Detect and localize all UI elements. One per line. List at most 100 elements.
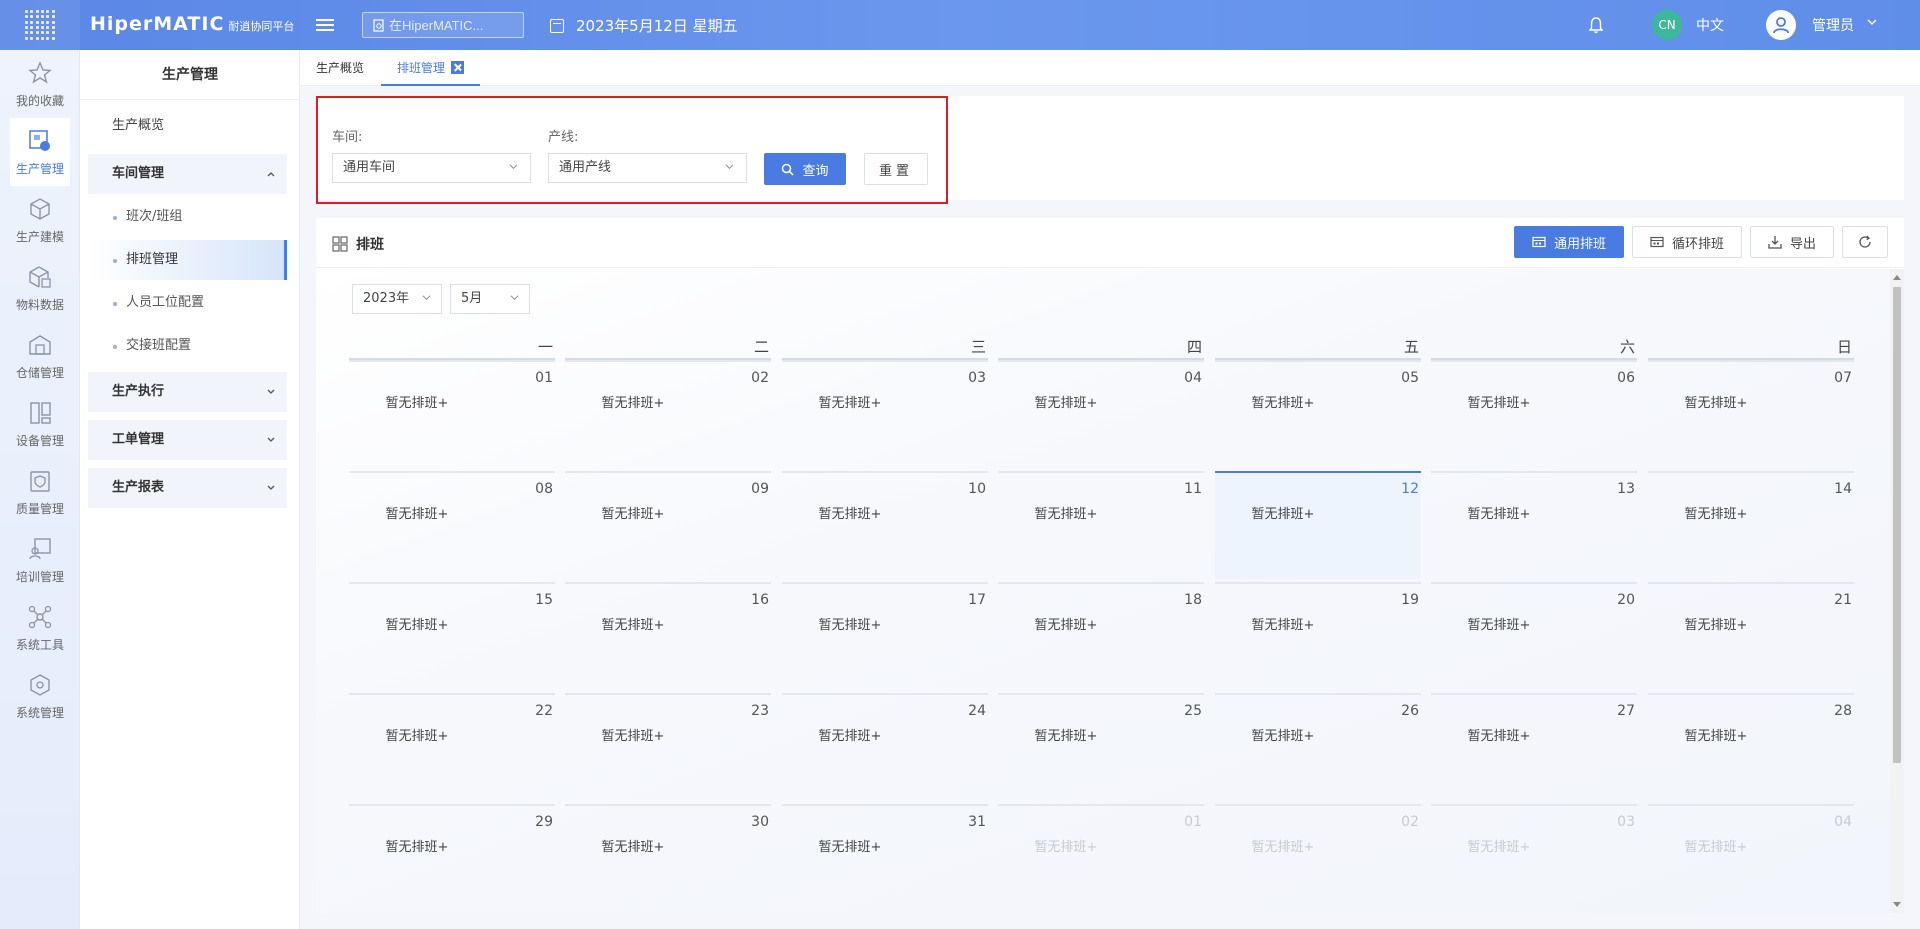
calendar-day-cell[interactable]: 11 暂无排班+ <box>998 471 1204 579</box>
calendar-day-cell[interactable]: 03 暂无排班+ <box>782 360 988 468</box>
calendar-day-cell[interactable]: 29 暂无排班+ <box>349 804 555 912</box>
add-schedule-link[interactable]: 暂无排班+ <box>349 836 555 855</box>
avatar[interactable] <box>1766 10 1796 40</box>
calendar-day-cell[interactable]: 16 暂无排班+ <box>565 582 771 690</box>
add-schedule-link[interactable]: 暂无排班+ <box>349 614 555 633</box>
calendar-day-cell[interactable]: 08 暂无排班+ <box>349 471 555 579</box>
language-label[interactable]: 中文 <box>1696 15 1724 35</box>
chevron-down-icon[interactable] <box>1867 17 1877 27</box>
calendar-day-cell[interactable]: 28 暂无排班+ <box>1648 693 1854 801</box>
calendar-day-cell[interactable]: 21 暂无排班+ <box>1648 582 1854 690</box>
rail-item-training[interactable]: 培训管理 <box>0 526 80 594</box>
calendar-day-cell[interactable]: 01 暂无排班+ <box>349 360 555 468</box>
scroll-thumb[interactable] <box>1893 287 1901 763</box>
add-schedule-link[interactable]: 暂无排班+ <box>998 836 1204 855</box>
calendar-day-cell[interactable]: 01 暂无排班+ <box>998 804 1204 912</box>
calendar-day-cell[interactable]: 03 暂无排班+ <box>1431 804 1637 912</box>
menu-toggle-icon[interactable] <box>316 16 334 34</box>
add-schedule-link[interactable]: 暂无排班+ <box>1215 614 1421 633</box>
add-schedule-link[interactable]: 暂无排班+ <box>349 392 555 411</box>
rail-item-warehouse[interactable]: 仓储管理 <box>0 322 80 390</box>
add-schedule-link[interactable]: 暂无排班+ <box>1648 503 1854 522</box>
calendar-day-cell[interactable]: 12 暂无排班+ <box>1215 471 1421 579</box>
add-schedule-link[interactable]: 暂无排班+ <box>565 836 771 855</box>
calendar-day-cell[interactable]: 04 暂无排班+ <box>998 360 1204 468</box>
line-select[interactable]: 通用产线 <box>548 153 747 183</box>
calendar-day-cell[interactable]: 06 暂无排班+ <box>1431 360 1637 468</box>
add-schedule-link[interactable]: 暂无排班+ <box>565 503 771 522</box>
rail-item-quality[interactable]: 质量管理 <box>0 458 80 526</box>
rail-item-modeling[interactable]: 生产建模 <box>0 186 80 254</box>
tab-overview[interactable]: 生产概览 <box>300 50 380 86</box>
subnav-group-workshop[interactable]: 车间管理 <box>88 154 287 194</box>
month-select[interactable]: 5月 <box>450 284 530 314</box>
calendar-day-cell[interactable]: 27 暂无排班+ <box>1431 693 1637 801</box>
subnav-item-handover[interactable]: 交接班配置 <box>88 326 287 366</box>
add-schedule-link[interactable]: 暂无排班+ <box>1431 725 1637 744</box>
add-schedule-link[interactable]: 暂无排班+ <box>782 614 988 633</box>
refresh-button[interactable] <box>1842 226 1888 258</box>
subnav-item-scheduling[interactable]: 排班管理 <box>88 240 287 280</box>
general-schedule-button[interactable]: 通用排班 <box>1514 226 1624 258</box>
add-schedule-link[interactable]: 暂无排班+ <box>1431 503 1637 522</box>
calendar-day-cell[interactable]: 31 暂无排班+ <box>782 804 988 912</box>
workshop-select[interactable]: 通用车间 <box>332 153 531 183</box>
reset-button[interactable]: 重置 <box>864 153 928 185</box>
subnav-item-staff-station[interactable]: 人员工位配置 <box>88 283 287 323</box>
add-schedule-link[interactable]: 暂无排班+ <box>565 725 771 744</box>
calendar-day-cell[interactable]: 19 暂无排班+ <box>1215 582 1421 690</box>
add-schedule-link[interactable]: 暂无排班+ <box>349 503 555 522</box>
rail-item-tools[interactable]: 系统工具 <box>0 594 80 662</box>
scroll-down-icon[interactable] <box>1893 902 1901 907</box>
subnav-item-shift[interactable]: 班次/班组 <box>88 197 287 237</box>
add-schedule-link[interactable]: 暂无排班+ <box>998 614 1204 633</box>
close-icon[interactable] <box>451 61 465 74</box>
add-schedule-link[interactable]: 暂无排班+ <box>565 614 771 633</box>
app-grid-button[interactable] <box>0 0 80 50</box>
calendar-day-cell[interactable]: 24 暂无排班+ <box>782 693 988 801</box>
calendar-day-cell[interactable]: 04 暂无排班+ <box>1648 804 1854 912</box>
add-schedule-link[interactable]: 暂无排班+ <box>1648 725 1854 744</box>
bell-icon[interactable] <box>1588 16 1604 34</box>
calendar-day-cell[interactable]: 30 暂无排班+ <box>565 804 771 912</box>
add-schedule-link[interactable]: 暂无排班+ <box>782 392 988 411</box>
scroll-up-icon[interactable] <box>1893 275 1901 280</box>
add-schedule-link[interactable]: 暂无排班+ <box>998 503 1204 522</box>
add-schedule-link[interactable]: 暂无排班+ <box>1431 836 1637 855</box>
language-badge[interactable]: CN <box>1652 10 1682 40</box>
add-schedule-link[interactable]: 暂无排班+ <box>1431 392 1637 411</box>
calendar-day-cell[interactable]: 18 暂无排班+ <box>998 582 1204 690</box>
calendar-day-cell[interactable]: 09 暂无排班+ <box>565 471 771 579</box>
calendar-day-cell[interactable]: 14 暂无排班+ <box>1648 471 1854 579</box>
export-button[interactable]: 导出 <box>1750 226 1834 258</box>
add-schedule-link[interactable]: 暂无排班+ <box>1215 836 1421 855</box>
subnav-group-execution[interactable]: 生产执行 <box>88 372 287 412</box>
calendar-day-cell[interactable]: 22 暂无排班+ <box>349 693 555 801</box>
add-schedule-link[interactable]: 暂无排班+ <box>1215 392 1421 411</box>
add-schedule-link[interactable]: 暂无排班+ <box>349 725 555 744</box>
rail-item-favorites[interactable]: 我的收藏 <box>0 50 80 118</box>
subnav-group-report[interactable]: 生产报表 <box>88 468 287 508</box>
calendar-day-cell[interactable]: 07 暂无排班+ <box>1648 360 1854 468</box>
subnav-group-workorder[interactable]: 工单管理 <box>88 420 287 460</box>
rail-item-system[interactable]: 系统管理 <box>0 662 80 730</box>
rail-item-device[interactable]: 设备管理 <box>0 390 80 458</box>
user-name[interactable]: 管理员 <box>1812 15 1854 35</box>
add-schedule-link[interactable]: 暂无排班+ <box>565 392 771 411</box>
rail-item-production[interactable]: 生产管理 <box>10 118 70 186</box>
calendar-day-cell[interactable]: 05 暂无排班+ <box>1215 360 1421 468</box>
calendar-day-cell[interactable]: 17 暂无排班+ <box>782 582 988 690</box>
add-schedule-link[interactable]: 暂无排班+ <box>1648 614 1854 633</box>
calendar-day-cell[interactable]: 02 暂无排班+ <box>1215 804 1421 912</box>
search-input[interactable] <box>389 17 509 33</box>
calendar-day-cell[interactable]: 15 暂无排班+ <box>349 582 555 690</box>
cycle-schedule-button[interactable]: 循环排班 <box>1632 226 1742 258</box>
add-schedule-link[interactable]: 暂无排班+ <box>1215 725 1421 744</box>
calendar-day-cell[interactable]: 02 暂无排班+ <box>565 360 771 468</box>
calendar-day-cell[interactable]: 20 暂无排班+ <box>1431 582 1637 690</box>
add-schedule-link[interactable]: 暂无排班+ <box>782 503 988 522</box>
year-select[interactable]: 2023年 <box>352 284 442 314</box>
add-schedule-link[interactable]: 暂无排班+ <box>782 836 988 855</box>
search-box[interactable] <box>362 12 524 38</box>
add-schedule-link[interactable]: 暂无排班+ <box>998 392 1204 411</box>
